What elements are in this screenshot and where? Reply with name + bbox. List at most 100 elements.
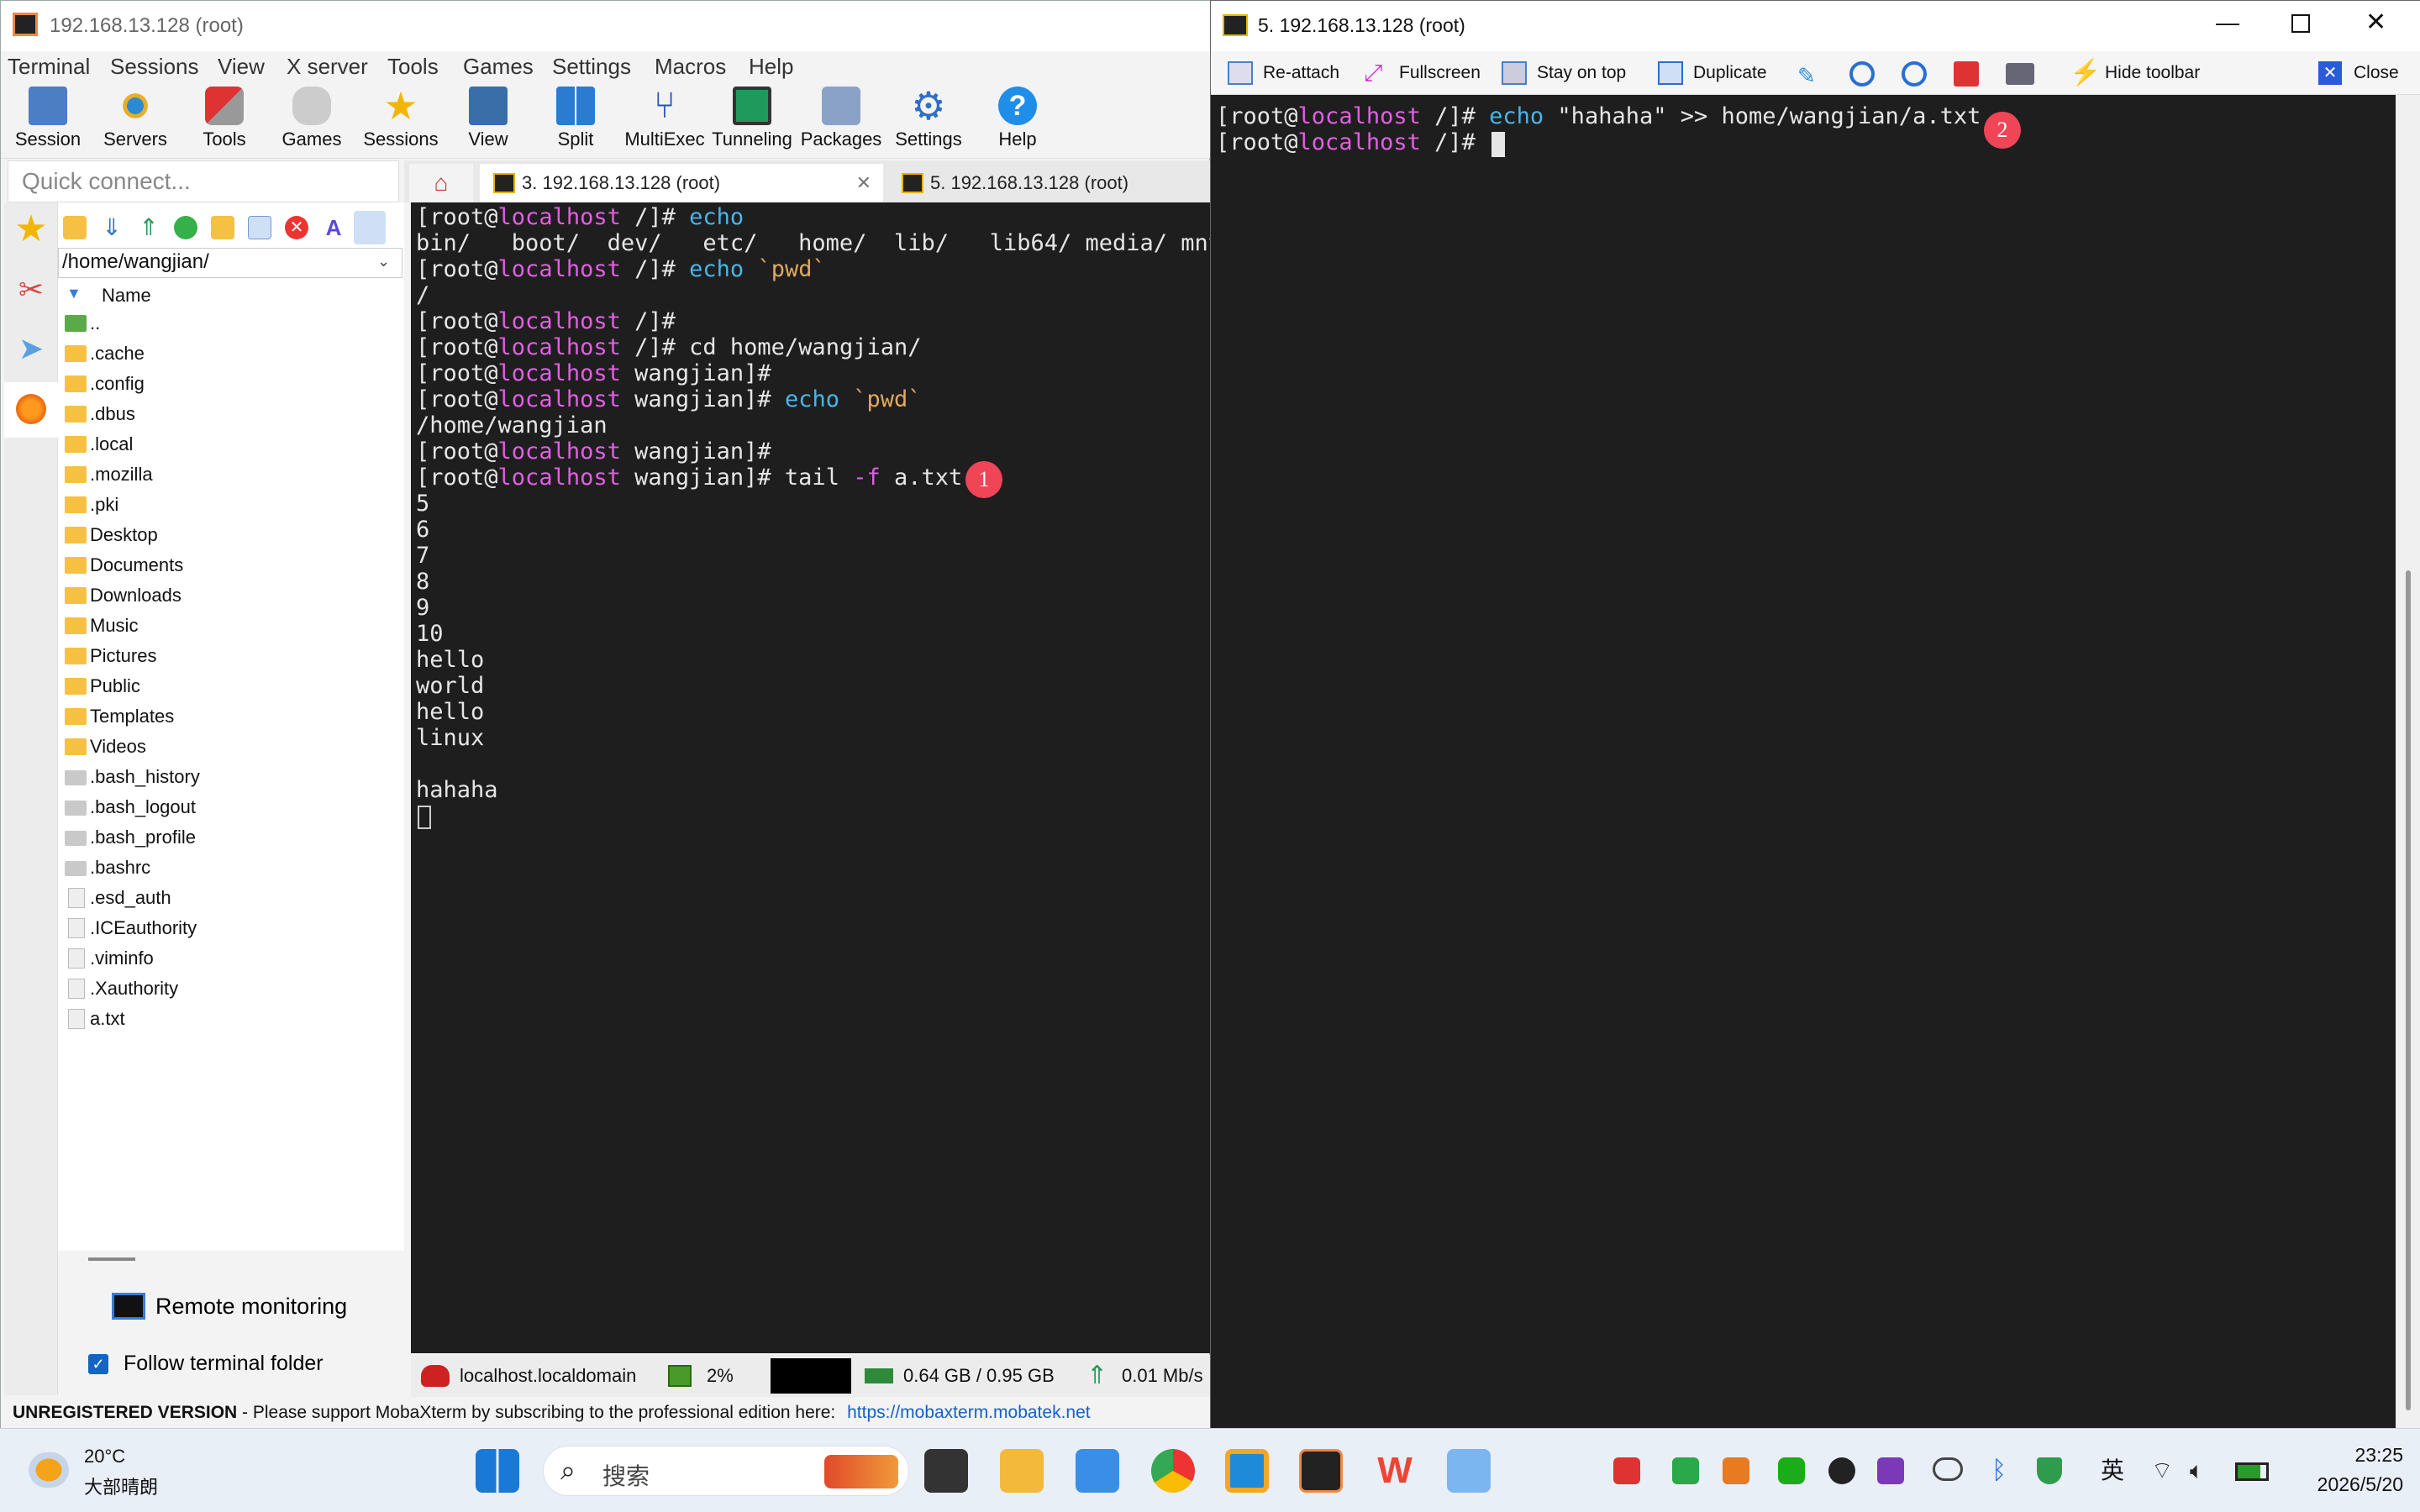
tab-close-icon[interactable]: ✕	[856, 164, 871, 202]
file-list-item[interactable]: Music	[61, 612, 138, 639]
clock[interactable]: 23:25 2026/5/20	[2286, 1444, 2403, 1499]
rename-icon[interactable]: A	[322, 216, 345, 239]
file-list-item[interactable]: .Xauthority	[61, 975, 178, 1002]
session-button[interactable]: Session	[4, 81, 92, 159]
packages-button[interactable]: Packages	[797, 81, 885, 159]
tray-app-icon[interactable]	[1672, 1457, 1699, 1484]
file-list-item[interactable]: .local	[61, 431, 133, 458]
snipping-tool-icon[interactable]	[1076, 1449, 1119, 1493]
new-file-icon[interactable]	[248, 216, 271, 239]
file-explorer-icon[interactable]	[1000, 1449, 1044, 1493]
save-icon[interactable]	[1954, 61, 1979, 87]
stay-on-top-button[interactable]: Stay on top	[1502, 58, 1626, 88]
menu-tools[interactable]: Tools	[387, 51, 439, 81]
menu-games[interactable]: Games	[463, 51, 534, 81]
file-list-item[interactable]: .bash_logout	[61, 794, 196, 821]
file-list-item[interactable]: ..	[61, 310, 100, 337]
menu-sessions[interactable]: Sessions	[110, 51, 199, 81]
file-list-item[interactable]: .bashrc	[61, 854, 150, 881]
taskbar-search[interactable]: ⌕ 搜索	[543, 1446, 909, 1496]
tools-side-icon[interactable]: ✂	[11, 270, 51, 310]
upload-icon[interactable]: ⇑	[137, 216, 160, 239]
wifi-icon[interactable]: ⌔	[2151, 1457, 2173, 1484]
tab-session-3[interactable]: 3. 192.168.13.128 (root) ✕	[480, 164, 883, 202]
permissions-icon[interactable]	[354, 211, 386, 244]
split-button[interactable]: Split	[532, 81, 619, 159]
menu-xserver[interactable]: X server	[287, 51, 368, 81]
remote-monitoring-button[interactable]: Remote monitoring	[112, 1288, 347, 1325]
vmware-icon[interactable]	[1225, 1449, 1269, 1493]
parent-folder-icon[interactable]	[63, 216, 87, 239]
file-list-item[interactable]: a.txt	[61, 1005, 125, 1032]
onenote-icon[interactable]	[1877, 1457, 1904, 1484]
edit-icon[interactable]: ✎	[1797, 63, 1823, 88]
menu-settings[interactable]: Settings	[552, 51, 631, 81]
file-list-item[interactable]: .config	[61, 370, 145, 397]
macros-side-icon[interactable]: ➤	[11, 328, 51, 369]
tools-button[interactable]: Tools	[181, 81, 268, 159]
windows-start-icon[interactable]	[476, 1449, 519, 1493]
file-list-item[interactable]: Videos	[61, 733, 146, 760]
task-view-icon[interactable]	[924, 1449, 968, 1493]
download-icon[interactable]: ⇓	[100, 216, 124, 239]
close-button[interactable]: ✕ Close	[2318, 58, 2399, 88]
view-button[interactable]: View	[445, 81, 532, 159]
battery-icon[interactable]	[2235, 1462, 2269, 1481]
file-list-item[interactable]: Documents	[61, 552, 183, 579]
sessions-star-icon[interactable]: ★	[11, 209, 51, 249]
file-list-item[interactable]: Pictures	[61, 643, 156, 669]
settings-button[interactable]: ⚙ Settings	[885, 81, 972, 159]
menu-view[interactable]: View	[218, 51, 265, 81]
file-list-item[interactable]: .pki	[61, 491, 118, 518]
wechat-icon[interactable]	[1778, 1457, 1805, 1484]
home-tab[interactable]: ⌂	[409, 164, 473, 202]
sftp-side-icon[interactable]	[4, 382, 58, 438]
ime-indicator[interactable]: 英	[2101, 1457, 2124, 1484]
close-window-icon[interactable]: ✕	[2365, 8, 2386, 37]
hide-toolbar-button[interactable]: ⚡ Hide toolbar	[2070, 58, 2200, 88]
qq-icon[interactable]	[1828, 1457, 1855, 1484]
mobaxterm-taskbar-icon[interactable]	[1299, 1449, 1343, 1493]
path-input[interactable]: /home/wangjian/	[58, 248, 402, 278]
chrome-icon[interactable]	[1151, 1449, 1195, 1493]
file-list-item[interactable]: .mozilla	[61, 461, 153, 488]
file-list-item[interactable]: Desktop	[61, 522, 158, 549]
tray-app-icon[interactable]	[1613, 1457, 1640, 1484]
file-list-item[interactable]: .viminfo	[61, 945, 154, 972]
file-list-item[interactable]: .bash_history	[61, 764, 200, 790]
duplicate-button[interactable]: Duplicate	[1658, 58, 1767, 88]
bluetooth-icon[interactable]: ᛒ	[1991, 1457, 2007, 1484]
menu-help[interactable]: Help	[749, 51, 793, 81]
multiexec-button[interactable]: ⑂ MultiExec	[621, 81, 708, 159]
help-button[interactable]: ? Help	[974, 81, 1061, 159]
new-folder-icon[interactable]	[211, 216, 234, 239]
weather-widget[interactable]: 20°C 大部晴朗	[29, 1444, 213, 1499]
file-list-item[interactable]: .cache	[61, 340, 145, 367]
file-list-item[interactable]: .esd_auth	[61, 885, 171, 911]
minimize-icon[interactable]: —	[2216, 9, 2239, 36]
mobatek-link[interactable]: https://mobaxterm.mobatek.net	[847, 1403, 1090, 1422]
sessions-button[interactable]: ★ Sessions	[357, 81, 445, 159]
file-list-item[interactable]: .ICEauthority	[61, 915, 197, 942]
refresh-icon[interactable]	[174, 216, 197, 239]
tab-session-5[interactable]: 5. 192.168.13.128 (root)	[888, 164, 1199, 202]
menu-macros[interactable]: Macros	[655, 51, 726, 81]
cloud-off-icon[interactable]	[1933, 1457, 1963, 1481]
quick-connect-input[interactable]: Quick connect...	[8, 160, 399, 202]
reattach-button[interactable]: Re-attach	[1228, 58, 1339, 88]
vertical-scrollbar[interactable]	[2396, 95, 2420, 1429]
chevron-down-icon[interactable]: ⌄	[377, 253, 390, 270]
games-button[interactable]: Games	[268, 81, 355, 159]
scrollbar-thumb[interactable]	[2406, 570, 2411, 1410]
file-list-item[interactable]: Public	[61, 673, 140, 700]
splitter-handle[interactable]	[88, 1257, 135, 1261]
file-list-item[interactable]: Templates	[61, 703, 174, 730]
tunneling-button[interactable]: Tunneling	[708, 81, 796, 159]
maximize-icon[interactable]	[2291, 14, 2310, 33]
fullscreen-button[interactable]: ⤢ Fullscreen	[1364, 58, 1481, 88]
security-shield-icon[interactable]	[2037, 1457, 2062, 1484]
zoom-in-icon[interactable]	[1849, 61, 1875, 87]
file-list-item[interactable]: Downloads	[61, 582, 182, 609]
terminal-session-3[interactable]: [root@localhost /]# echo bin/ boot/ dev/ …	[411, 202, 1222, 1353]
file-list-item[interactable]: .bash_profile	[61, 824, 196, 851]
